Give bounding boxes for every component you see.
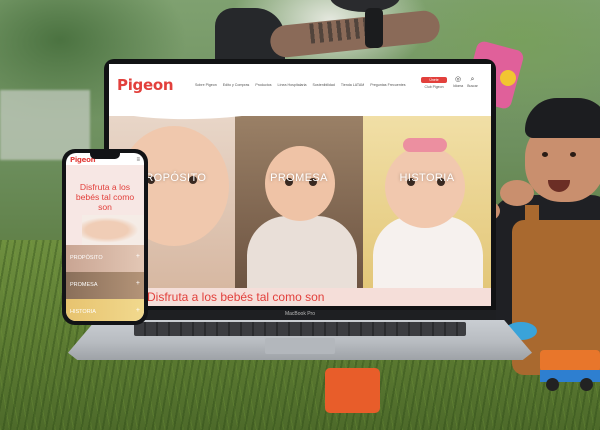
panel-label: PROPÓSITO xyxy=(70,255,103,261)
panel-label: HISTORIA xyxy=(399,172,455,184)
panel-historia[interactable]: HISTORIA xyxy=(363,116,491,288)
search-label: Buscar xyxy=(467,84,478,88)
wrist-watch xyxy=(365,8,383,48)
club-pigeon-button[interactable]: Únete Club Pigeon xyxy=(421,77,447,99)
phone-panel-proposito[interactable]: PROPÓSITO + xyxy=(66,245,144,272)
header-utilities: ◎ Idioma ⌕ Buscar xyxy=(453,76,489,88)
header-wave xyxy=(109,98,491,120)
phone-screen: Pigeon ≡ Disfruta a los bebés tal como s… xyxy=(66,153,144,321)
baby-face xyxy=(385,146,465,228)
baby-eye xyxy=(570,152,576,157)
language-button[interactable]: ◎ Idioma xyxy=(453,76,463,88)
laptop-screen: Pigeon Sobre Pigeon Edito y Compras Prod… xyxy=(109,64,491,306)
baby-eye xyxy=(542,152,548,157)
panel-label: HISTORIA xyxy=(70,309,96,315)
phone-notch xyxy=(90,153,120,159)
laptop-brand-label: MacBook Pro xyxy=(284,311,315,317)
nav-item[interactable]: Sobre Pigeon xyxy=(195,83,217,87)
phone-panel-promesa[interactable]: PROMESA + xyxy=(66,272,144,299)
club-label: Club Pigeon xyxy=(424,85,444,89)
nav-item[interactable]: Preguntas Frecuentes xyxy=(370,83,405,87)
nav-item[interactable]: Tienda LATAM xyxy=(341,83,364,87)
tagline: Disfruta a los bebés tal como son xyxy=(147,290,325,304)
laptop-bezel-bottom: MacBook Pro xyxy=(104,310,496,320)
plus-icon: + xyxy=(135,253,140,260)
baby-hand xyxy=(500,180,534,206)
nav-item[interactable]: Sostenibilidad xyxy=(313,83,335,87)
panel-label: PROMESA xyxy=(70,282,98,288)
baby-beanie xyxy=(525,98,600,138)
language-label: Idioma xyxy=(453,84,464,88)
laptop-trackpad xyxy=(265,338,335,354)
main-nav: Sobre Pigeon Edito y Compras Productos L… xyxy=(195,83,406,87)
menu-icon[interactable]: ≡ xyxy=(136,157,140,163)
nav-item[interactable]: Edito y Compras xyxy=(223,83,250,87)
truck-cab xyxy=(540,350,600,372)
tagline-band: Disfruta a los bebés tal como son xyxy=(109,288,491,306)
search-icon: ⌕ xyxy=(470,76,475,83)
toy-truck xyxy=(540,350,600,391)
search-button[interactable]: ⌕ Buscar xyxy=(467,76,478,88)
orange-toy xyxy=(325,368,380,413)
phone-panel-historia[interactable]: HISTORIA + xyxy=(66,299,144,321)
adult-arm xyxy=(215,0,445,68)
sleeping-baby-image xyxy=(82,215,144,245)
plus-icon: + xyxy=(135,307,140,314)
yellow-toy xyxy=(500,70,516,86)
truck-wheel xyxy=(546,378,559,391)
overall-strap xyxy=(525,205,539,245)
truck-wheel xyxy=(580,378,593,391)
club-join-tag[interactable]: Únete xyxy=(421,77,447,83)
plus-icon: + xyxy=(135,280,140,287)
baby-shirt xyxy=(247,216,357,288)
nav-item[interactable]: Productos xyxy=(255,83,271,87)
phone-headline: Disfruta a los bebés tal como son xyxy=(75,182,135,212)
pigeon-logo[interactable]: Pigeon xyxy=(117,76,174,94)
panel-promesa[interactable]: PROMESA xyxy=(235,116,363,288)
baby-headband xyxy=(403,138,447,152)
phone-hero: Disfruta a los bebés tal como son xyxy=(66,165,144,245)
globe-icon: ◎ xyxy=(455,76,462,83)
nav-item[interactable]: Línea Hospitalaria xyxy=(278,83,307,87)
laptop-keyboard xyxy=(134,322,466,336)
panel-label: PROMESA xyxy=(270,172,328,184)
